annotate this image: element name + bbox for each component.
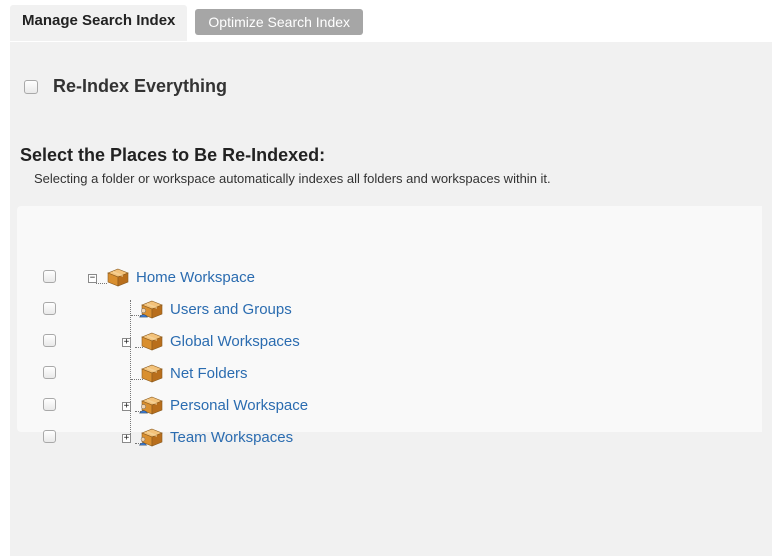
person-icon (138, 403, 149, 414)
tree-row-home-workspace: − Home Workspace (17, 266, 762, 288)
tab-optimize-search-index[interactable]: Optimize Search Index (195, 9, 364, 35)
tab-bar: Manage Search Index Optimize Search Inde… (10, 5, 364, 43)
places-section-title: Select the Places to Be Re-Indexed: (20, 145, 326, 165)
workspace-box-icon (107, 267, 129, 287)
tree-item-label[interactable]: Global Workspaces (170, 333, 300, 350)
tree-row-checkbox[interactable] (43, 334, 56, 347)
tree-row-checkbox[interactable] (43, 270, 56, 283)
reindex-everything-row: Re-Index Everything (24, 76, 227, 97)
tree-row-checkbox[interactable] (43, 302, 56, 315)
workspace-box-icon (141, 363, 163, 383)
tree-item-label[interactable]: Personal Workspace (170, 397, 308, 414)
expand-icon[interactable]: + (122, 402, 131, 411)
expand-icon[interactable]: + (122, 338, 131, 347)
tree-row-net-folders: Net Folders (17, 362, 762, 384)
expand-icon[interactable]: + (122, 434, 131, 443)
tree-row-team-workspaces: + Team Workspaces (17, 426, 762, 448)
tree-row-global-workspaces: + Global Workspaces (17, 330, 762, 352)
tree-row-checkbox[interactable] (43, 430, 56, 443)
team-members-icon (138, 436, 148, 446)
person-icon (138, 307, 149, 318)
tree-item-label[interactable]: Team Workspaces (170, 429, 293, 446)
places-section-description: Selecting a folder or workspace automati… (34, 171, 551, 186)
reindex-everything-label[interactable]: Re-Index Everything (53, 76, 227, 97)
tree-item-label[interactable]: Users and Groups (170, 301, 292, 318)
tree-row-checkbox[interactable] (43, 398, 56, 411)
tab-manage-search-index[interactable]: Manage Search Index (10, 5, 188, 41)
tree-row-personal-workspace: + Personal Workspace (17, 394, 762, 416)
workspace-tree: − Home Workspace Users and Groups + Glob… (17, 206, 762, 432)
tree-item-label[interactable]: Home Workspace (136, 269, 255, 286)
tree-row-checkbox[interactable] (43, 366, 56, 379)
collapse-icon[interactable]: − (88, 274, 97, 283)
tree-item-label[interactable]: Net Folders (170, 365, 248, 382)
reindex-everything-checkbox[interactable] (24, 79, 38, 94)
workspace-box-icon (141, 331, 163, 351)
tree-row-users-and-groups: Users and Groups (17, 298, 762, 320)
